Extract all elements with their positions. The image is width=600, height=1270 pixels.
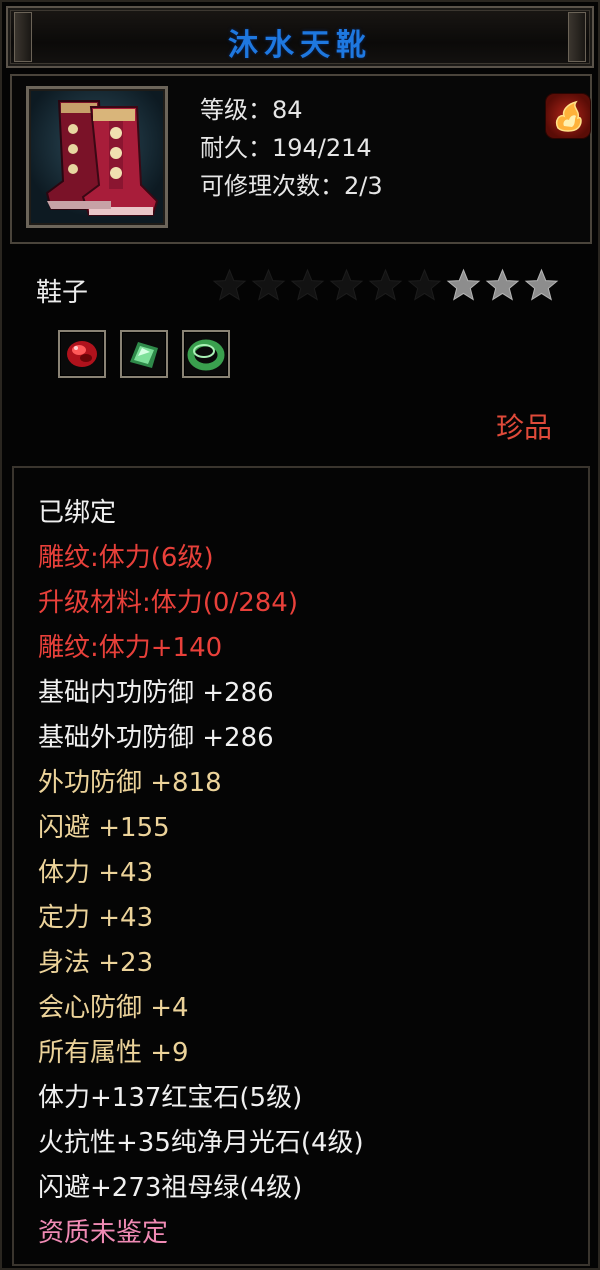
jade-ring-icon	[187, 339, 225, 371]
gem-slot-jade[interactable]	[182, 330, 230, 378]
attribute-line: 闪避+273祖母绿(4级)	[38, 1173, 303, 1203]
ruby-gem-icon	[67, 341, 97, 367]
attribute-line: 基础内功防御 +286	[38, 678, 274, 708]
attribute-line: 升级材料:体力(0/284)	[38, 588, 298, 618]
rarity-label: 珍品	[495, 411, 552, 444]
item-repair-count: 可修理次数：2/3	[200, 172, 383, 200]
star-filled-icon	[524, 268, 559, 302]
gem-slot-moonstone[interactable]	[120, 330, 168, 378]
attribute-line: 已绑定	[38, 498, 117, 528]
attribute-line: 雕纹:体力(6级)	[38, 543, 214, 573]
item-header: 等级：84 耐久：194/214 可修理次数：2/3	[10, 74, 592, 244]
item-level: 等级：84	[200, 96, 303, 124]
attribute-line: 身法 +23	[38, 948, 154, 978]
item-tooltip: 沐水天靴 等级：84 耐久：194/214 可修理次数：2/3 鞋子 珍品 已绑…	[0, 0, 600, 1270]
attribute-line: 体力 +43	[38, 858, 154, 888]
attribute-line: 基础外功防御 +286	[38, 723, 274, 753]
star-empty-icon	[212, 268, 247, 302]
star-empty-icon	[290, 268, 325, 302]
gem-sockets	[58, 330, 230, 378]
attribute-line: 外功防御 +818	[38, 768, 222, 798]
moonstone-gem-icon	[130, 342, 158, 368]
gem-slot-ruby[interactable]	[58, 330, 106, 378]
star-empty-icon	[329, 268, 364, 302]
star-empty-icon	[368, 268, 403, 302]
title-bar: 沐水天靴	[6, 6, 594, 68]
attribute-line: 火抗性+35纯净月光石(4级)	[38, 1128, 364, 1158]
star-filled-icon	[446, 268, 481, 302]
attribute-line: 雕纹:体力+140	[38, 633, 223, 663]
star-filled-icon	[485, 268, 520, 302]
item-name: 沐水天靴	[228, 28, 372, 63]
item-type: 鞋子	[36, 278, 89, 308]
item-durability: 耐久：194/214	[200, 134, 372, 162]
star-rating	[212, 268, 559, 302]
star-empty-icon	[251, 268, 286, 302]
attribute-line: 所有属性 +9	[38, 1038, 189, 1068]
item-icon[interactable]	[26, 86, 168, 228]
attribute-line: 闪避 +155	[38, 813, 170, 843]
attribute-panel: 已绑定雕纹:体力(6级) 升级材料:体力(0/284) 雕纹:体力+140 基础内功防…	[12, 466, 590, 1266]
attribute-line: 资质未鉴定	[38, 1218, 169, 1248]
fire-badge-icon	[546, 94, 590, 138]
star-empty-icon	[407, 268, 442, 302]
boots-icon	[45, 100, 159, 216]
attribute-line: 会心防御 +4	[38, 993, 189, 1023]
attribute-line: 定力 +43	[38, 903, 154, 933]
attribute-line: 体力+137红宝石(5级)	[38, 1083, 303, 1113]
